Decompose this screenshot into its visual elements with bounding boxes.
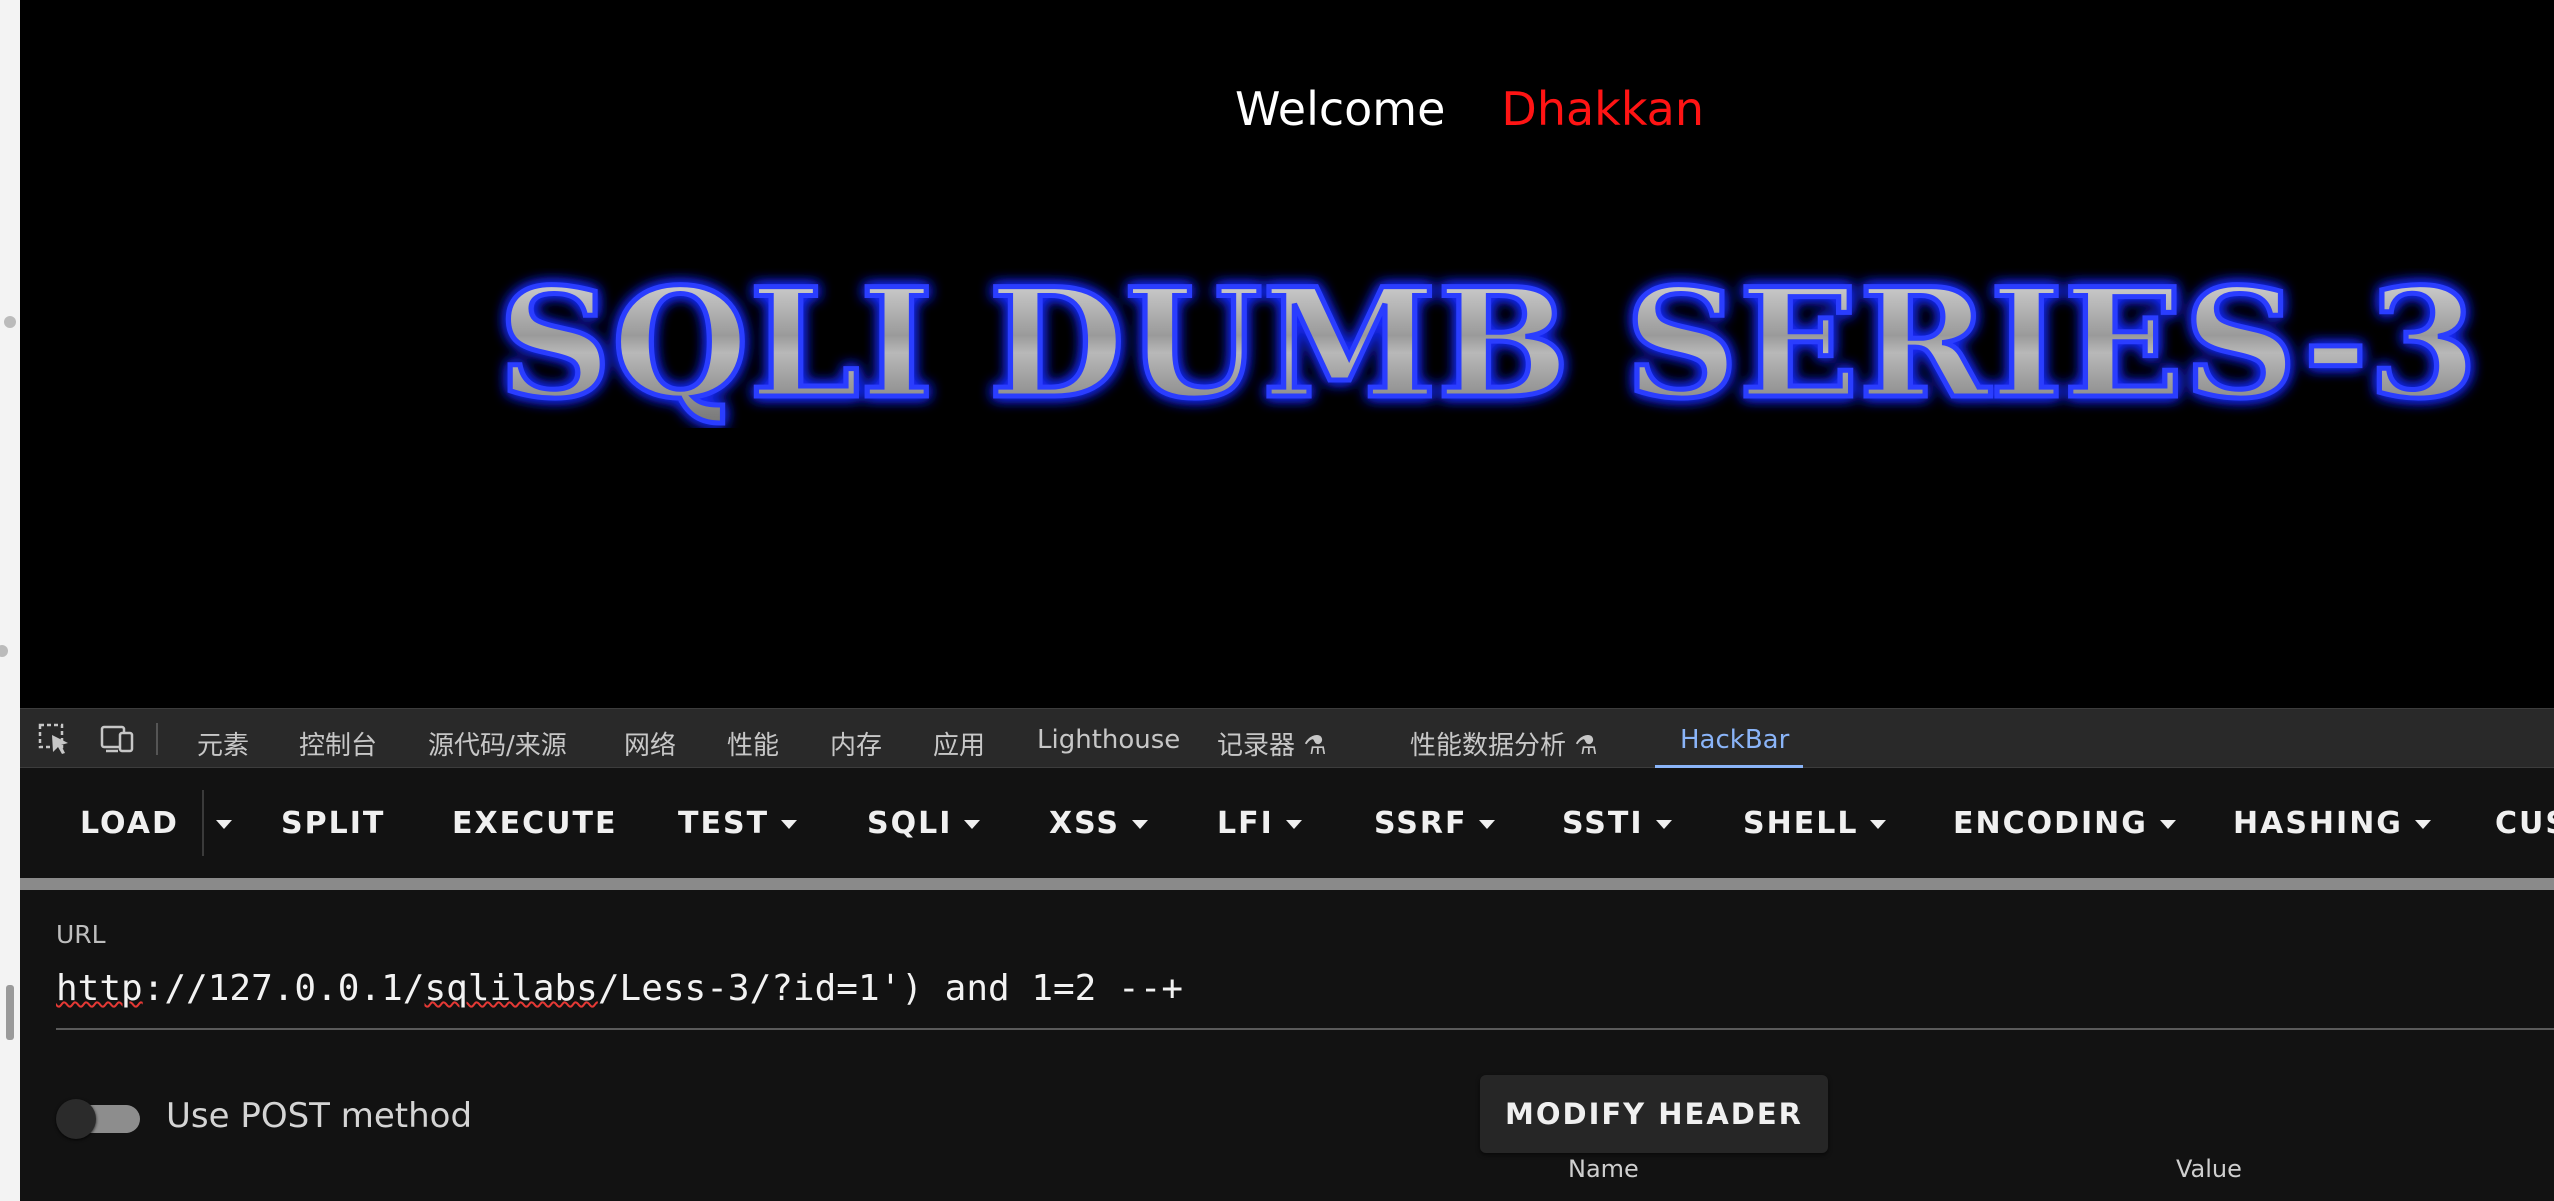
devtools-tabbar: 元素 控制台 源代码/来源 网络 性能 内存 应用 Lighthouse 记录器… [20,708,2554,769]
url-path-word: sqlilabs [424,968,598,1009]
welcome-text: Welcome [1235,82,1446,136]
ssti-label: SSTI [1562,806,1644,841]
hackbar-content: URL http://127.0.0.1/sqlilabs/Less-3/?id… [20,890,2554,1201]
use-post-label: Use POST method [166,1096,473,1136]
tab-application[interactable]: 应用 [933,725,985,762]
hashing-label: HASHING [2233,806,2403,841]
tab-network[interactable]: 网络 [624,725,676,762]
inspect-element-icon[interactable] [38,723,72,755]
header-name-column: Name [1568,1155,1639,1183]
ssrf-label: SSRF [1374,806,1468,841]
custom-menu-button[interactable]: CUS [2495,806,2554,841]
url-input-underline [56,1028,2554,1030]
browser-side-strip [0,0,20,1201]
device-toolbar-icon[interactable] [100,723,134,755]
tab-performance[interactable]: 性能 [727,725,779,762]
resize-handle[interactable] [6,985,14,1040]
toolbar-horizontal-scrollbar[interactable] [20,878,2554,890]
url-rest: /Less-3/?id=1') and 1=2 --+ [597,968,1184,1009]
toggle-knob [56,1099,96,1139]
shell-menu-button[interactable]: SHELL [1743,806,1887,841]
xss-label: XSS [1049,806,1120,841]
header-value-column: Value [2176,1155,2242,1183]
xss-menu-button[interactable]: XSS [1049,806,1148,841]
tab-elements[interactable]: 元素 [197,725,249,762]
chevron-down-icon [2414,820,2431,829]
encoding-menu-button[interactable]: ENCODING [1953,806,2176,841]
url-host: ://127.0.0.1/ [142,968,425,1009]
test-label: TEST [678,806,770,841]
load-button[interactable]: LOAD [80,806,179,841]
chevron-down-icon [1655,820,1672,829]
devtools-panel: 元素 控制台 源代码/来源 网络 性能 内存 应用 Lighthouse 记录器… [20,708,2554,1201]
tab-lighthouse[interactable]: Lighthouse [1037,725,1180,755]
tab-console[interactable]: 控制台 [299,725,377,762]
side-dot-icon [4,316,16,328]
lfi-menu-button[interactable]: LFI [1217,806,1302,841]
welcome-line: Welcome Dhakkan [1235,82,1704,136]
toolbar-separator [156,723,158,755]
tab-performance-insights[interactable]: 性能数据分析 ⚗ [1410,725,1598,762]
sqli-label: SQLI [867,806,953,841]
chevron-down-icon [2159,820,2176,829]
banner-title: SQLI DUMB SERIES-3 [496,268,2481,428]
sqli-menu-button[interactable]: SQLI [867,806,981,841]
url-label: URL [56,920,106,949]
webpage-area: Welcome Dhakkan SQLI DUMB SERIES-3 [20,0,2554,708]
user-name: Dhakkan [1501,82,1704,136]
shell-label: SHELL [1743,806,1859,841]
execute-button[interactable]: EXECUTE [452,806,617,841]
lfi-label: LFI [1217,806,1274,841]
tab-sources[interactable]: 源代码/来源 [428,725,567,762]
tab-memory[interactable]: 内存 [830,725,882,762]
test-menu-button[interactable]: TEST [678,806,798,841]
banner-title-text: SQLI DUMB SERIES-3 [498,268,2478,428]
side-dot-icon [0,645,8,657]
chevron-down-icon [1870,820,1887,829]
url-scheme: http [56,968,143,1009]
load-dropdown-icon[interactable] [216,820,232,829]
split-button[interactable]: SPLIT [281,806,385,841]
chevron-down-icon [1132,820,1148,829]
chevron-down-icon [1285,820,1302,829]
encoding-label: ENCODING [1953,806,2148,841]
url-input[interactable]: http://127.0.0.1/sqlilabs/Less-3/?id=1')… [56,968,1183,1009]
chevron-down-icon [781,820,798,829]
load-split-divider [202,790,204,856]
hackbar-toolbar: LOAD SPLIT EXECUTE TEST SQLI XSS LFI SSR… [20,768,2554,878]
modify-header-button[interactable]: MODIFY HEADER [1480,1075,1828,1153]
hashing-menu-button[interactable]: HASHING [2233,806,2431,841]
tab-recorder[interactable]: 记录器 ⚗ [1217,725,1327,762]
chevron-down-icon [964,820,981,829]
ssti-menu-button[interactable]: SSTI [1562,806,1672,841]
use-post-toggle[interactable] [56,1097,140,1139]
ssrf-menu-button[interactable]: SSRF [1374,806,1496,841]
tab-hackbar[interactable]: HackBar [1680,725,1789,755]
chevron-down-icon [1479,820,1496,829]
